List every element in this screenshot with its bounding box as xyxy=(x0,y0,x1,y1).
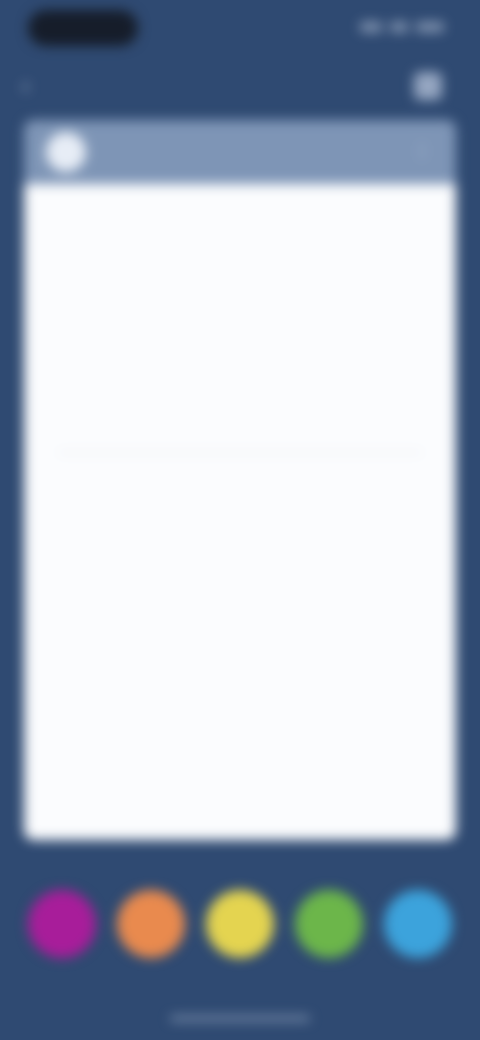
color-option[interactable] xyxy=(22,890,102,1000)
status-icons xyxy=(354,22,444,34)
color-option[interactable] xyxy=(111,890,191,1000)
more-options-icon[interactable]: ⋮ xyxy=(414,142,430,162)
status-time-pill xyxy=(28,10,138,46)
color-option[interactable] xyxy=(378,890,458,1000)
menu-icon[interactable] xyxy=(414,72,442,100)
color-option[interactable] xyxy=(289,890,369,1000)
battery-icon xyxy=(416,22,444,32)
document-preview-card[interactable]: ⋮ xyxy=(24,120,456,840)
color-option[interactable] xyxy=(200,890,280,1000)
color-swatch[interactable] xyxy=(205,890,274,958)
color-swatch[interactable] xyxy=(117,890,186,958)
status-bar xyxy=(0,0,480,56)
back-arrow-icon[interactable]: ‹ xyxy=(22,74,46,98)
color-swatch[interactable] xyxy=(28,890,97,958)
signal-icon xyxy=(360,22,382,32)
color-swatch-row xyxy=(0,890,480,1000)
avatar xyxy=(46,132,86,172)
wifi-icon xyxy=(390,22,408,32)
top-app-bar: ‹ xyxy=(0,60,480,112)
top-bar-title xyxy=(170,74,310,98)
card-header: ⋮ xyxy=(24,120,456,184)
color-swatch[interactable] xyxy=(294,890,363,958)
document-page xyxy=(24,184,456,840)
home-indicator[interactable] xyxy=(170,1016,310,1021)
document-divider xyxy=(58,452,422,453)
color-swatch[interactable] xyxy=(383,890,452,958)
